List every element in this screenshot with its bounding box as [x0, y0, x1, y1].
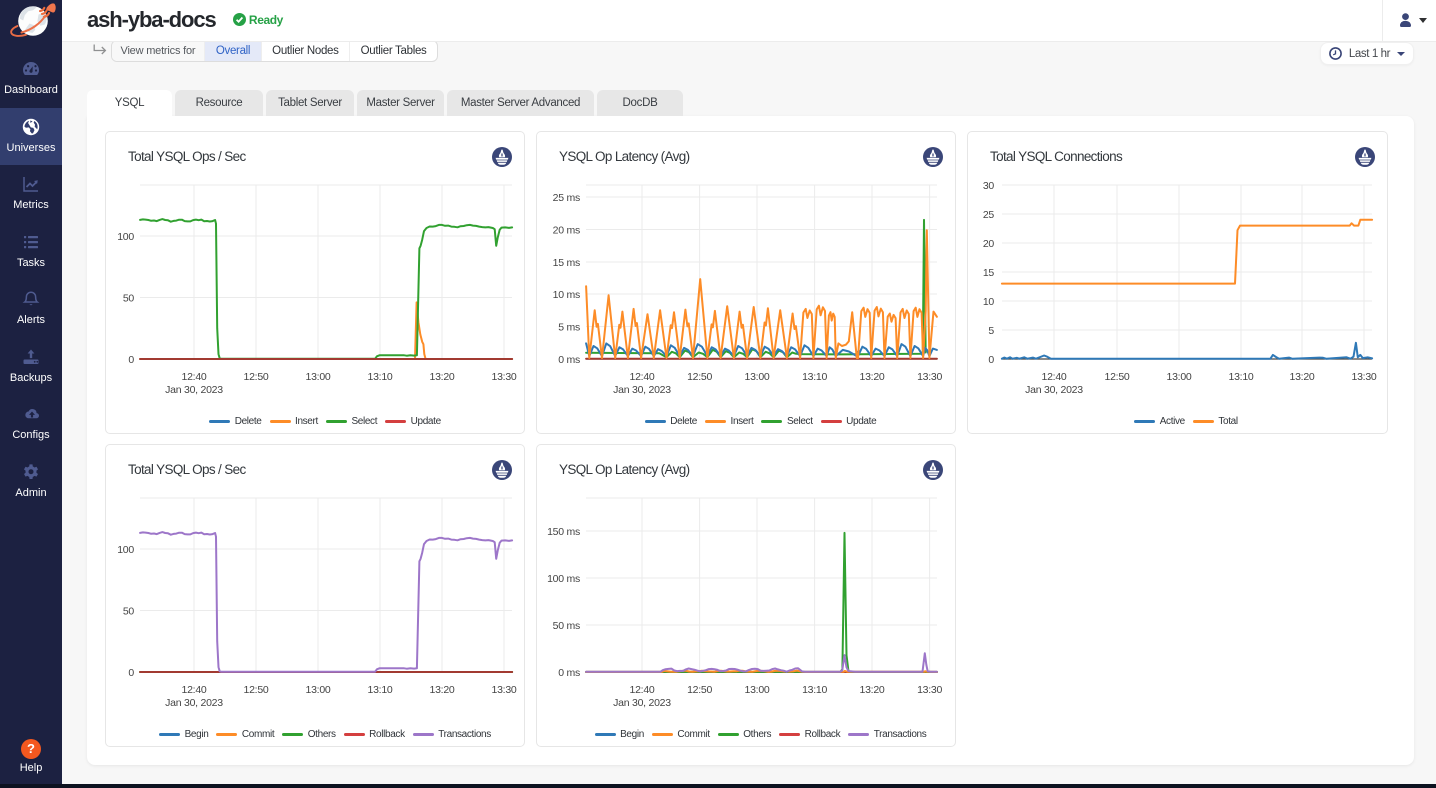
svg-text:0: 0	[128, 667, 134, 679]
svg-text:12:50: 12:50	[687, 684, 712, 696]
svg-text:Jan 30, 2023: Jan 30, 2023	[613, 697, 671, 709]
svg-text:50 ms: 50 ms	[553, 620, 580, 632]
svg-text:13:20: 13:20	[429, 371, 454, 383]
svg-text:Jan 30, 2023: Jan 30, 2023	[165, 697, 223, 709]
svg-text:12:50: 12:50	[687, 371, 712, 383]
svg-text:30: 30	[983, 180, 995, 192]
svg-text:13:30: 13:30	[491, 371, 516, 383]
svg-text:13:20: 13:20	[1289, 371, 1314, 383]
svg-text:12:40: 12:40	[629, 371, 654, 383]
svg-text:13:10: 13:10	[802, 371, 827, 383]
svg-text:13:10: 13:10	[367, 684, 392, 696]
svg-text:13:00: 13:00	[744, 684, 769, 696]
svg-text:20: 20	[983, 238, 995, 250]
svg-text:13:20: 13:20	[859, 684, 884, 696]
svg-text:150 ms: 150 ms	[547, 526, 580, 538]
svg-text:12:50: 12:50	[1104, 371, 1129, 383]
svg-text:0 ms: 0 ms	[558, 354, 580, 366]
svg-text:12:50: 12:50	[243, 371, 268, 383]
svg-text:13:30: 13:30	[917, 371, 942, 383]
svg-text:12:40: 12:40	[181, 371, 206, 383]
svg-text:12:40: 12:40	[1041, 371, 1066, 383]
svg-text:20 ms: 20 ms	[553, 225, 580, 237]
svg-text:12:40: 12:40	[181, 684, 206, 696]
svg-text:13:00: 13:00	[305, 684, 330, 696]
svg-text:0 ms: 0 ms	[558, 667, 580, 679]
svg-text:13:10: 13:10	[367, 371, 392, 383]
svg-text:0: 0	[988, 354, 994, 366]
svg-text:13:20: 13:20	[429, 684, 454, 696]
svg-text:100 ms: 100 ms	[547, 573, 580, 585]
svg-text:25: 25	[983, 209, 995, 221]
svg-text:10 ms: 10 ms	[553, 289, 580, 301]
svg-text:12:40: 12:40	[629, 684, 654, 696]
svg-text:13:30: 13:30	[1351, 371, 1376, 383]
svg-text:13:00: 13:00	[305, 371, 330, 383]
svg-text:13:00: 13:00	[1166, 371, 1191, 383]
svg-text:0: 0	[128, 354, 134, 366]
svg-text:5 ms: 5 ms	[558, 322, 580, 334]
svg-text:5: 5	[988, 325, 994, 337]
svg-text:100: 100	[117, 544, 134, 556]
svg-text:15 ms: 15 ms	[553, 257, 580, 269]
svg-text:13:30: 13:30	[917, 684, 942, 696]
svg-text:Jan 30, 2023: Jan 30, 2023	[613, 384, 671, 396]
svg-text:13:20: 13:20	[859, 371, 884, 383]
svg-text:13:10: 13:10	[1228, 371, 1253, 383]
svg-text:25 ms: 25 ms	[553, 192, 580, 204]
svg-text:50: 50	[123, 293, 135, 305]
svg-text:Jan 30, 2023: Jan 30, 2023	[165, 384, 223, 396]
svg-text:13:30: 13:30	[491, 684, 516, 696]
svg-text:12:50: 12:50	[243, 684, 268, 696]
svg-text:100: 100	[117, 231, 134, 243]
svg-text:13:10: 13:10	[802, 684, 827, 696]
svg-text:Jan 30, 2023: Jan 30, 2023	[1025, 384, 1083, 396]
svg-text:50: 50	[123, 606, 135, 618]
svg-text:13:00: 13:00	[744, 371, 769, 383]
svg-text:15: 15	[983, 267, 995, 279]
svg-text:10: 10	[983, 296, 995, 308]
